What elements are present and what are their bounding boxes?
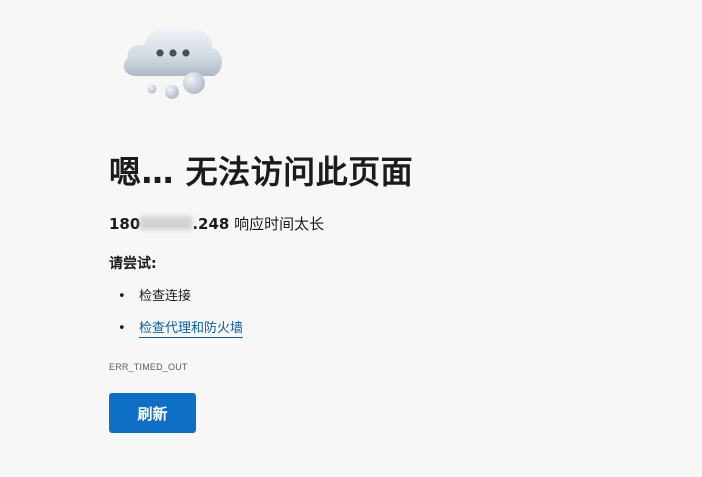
bullet: • — [118, 289, 126, 304]
error-page: 嗯… 无法访问此页面 180 .248 响应时间太长 请尝试: • 检查连接 • … — [0, 0, 702, 477]
dot — [169, 49, 177, 57]
dot — [182, 49, 190, 57]
cloud-with-dots-icon — [123, 25, 223, 99]
dot — [156, 49, 164, 57]
bullet: • — [118, 321, 126, 336]
suggestion-check-proxy-firewall: • 检查代理和防火墙 — [109, 317, 244, 341]
error-subtitle: 180 .248 响应时间太长 — [109, 212, 324, 236]
suggestion-check-connection: • 检查连接 — [109, 285, 243, 309]
host-address-start: 180 — [109, 215, 141, 233]
redacted-address-blur — [140, 216, 193, 230]
error-code: ERR_TIMED_OUT — [109, 362, 188, 372]
suggestion-list: • 检查连接 • 检查代理和防火墙 — [109, 285, 244, 349]
host-address-end: .248 — [192, 215, 230, 233]
error-message: 响应时间太长 — [229, 215, 325, 233]
check-proxy-firewall-link[interactable]: 检查代理和防火墙 — [139, 321, 244, 338]
try-heading: 请尝试: — [109, 256, 157, 272]
suggestion-label: 检查连接 — [139, 289, 192, 304]
page-title: 嗯… 无法访问此页面 — [109, 153, 414, 191]
refresh-button[interactable]: 刷新 — [109, 393, 196, 433]
